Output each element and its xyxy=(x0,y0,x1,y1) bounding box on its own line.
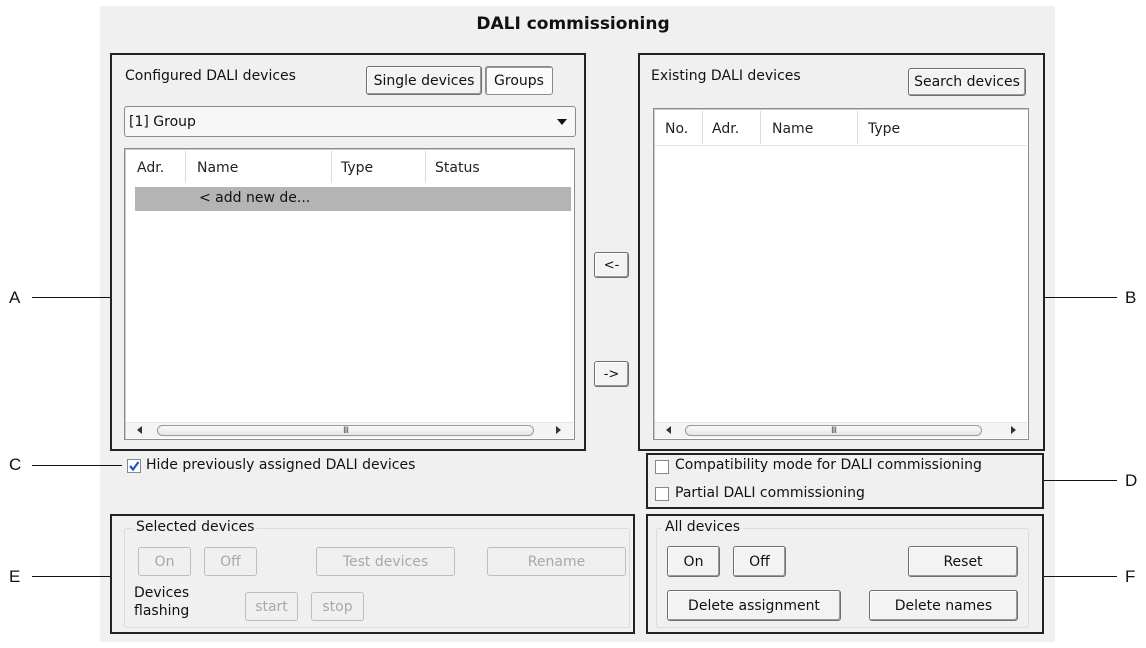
column-divider xyxy=(702,111,703,144)
column-header-name[interactable]: Name xyxy=(197,160,238,176)
column-header-status[interactable]: Status xyxy=(435,160,480,176)
test-devices-button[interactable]: Test devices xyxy=(316,547,455,576)
column-header-adr[interactable]: Adr. xyxy=(712,121,739,137)
column-header-adr[interactable]: Adr. xyxy=(137,160,164,176)
configured-heading: Configured DALI devices xyxy=(125,68,296,84)
column-header-type[interactable]: Type xyxy=(341,160,373,176)
group-dropdown-value: [1] Group xyxy=(129,113,196,130)
search-devices-button[interactable]: Search devices xyxy=(908,68,1026,96)
callout-d: D xyxy=(1125,471,1138,490)
callout-line-a xyxy=(32,297,110,298)
flash-stop-button[interactable]: stop xyxy=(311,592,364,621)
callout-a: A xyxy=(9,288,21,307)
groups-button[interactable]: Groups xyxy=(485,66,553,95)
column-header-no[interactable]: No. xyxy=(665,121,688,137)
horizontal-scrollbar[interactable]: III xyxy=(655,422,1027,438)
delete-assignment-button[interactable]: Delete assignment xyxy=(667,590,841,621)
callout-b: B xyxy=(1125,288,1137,307)
hide-assigned-checkbox[interactable] xyxy=(127,459,141,473)
devices-flashing-label: Devices flashing xyxy=(134,584,189,620)
column-header-name[interactable]: Name xyxy=(772,121,813,137)
column-divider xyxy=(185,151,186,183)
selected-off-button[interactable]: Off xyxy=(204,547,257,576)
existing-device-list[interactable]: No. Adr. Name Type III xyxy=(653,108,1029,440)
partial-commissioning-label[interactable]: Partial DALI commissioning xyxy=(675,485,865,501)
all-on-button[interactable]: On xyxy=(667,546,720,577)
column-divider xyxy=(425,151,426,183)
header-divider xyxy=(655,145,1027,146)
single-devices-button[interactable]: Single devices xyxy=(366,66,482,95)
callout-e: E xyxy=(9,567,21,586)
scroll-left-icon[interactable] xyxy=(666,426,671,434)
callout-line-c xyxy=(32,465,122,466)
configured-device-list[interactable]: Adr. Name Type Status < add new de... II… xyxy=(124,148,575,440)
devices-flashing-line-2: flashing xyxy=(134,603,190,619)
column-divider xyxy=(857,111,858,144)
scroll-thumb[interactable]: III xyxy=(685,425,982,436)
selected-devices-group xyxy=(124,528,630,628)
reset-button[interactable]: Reset xyxy=(908,546,1018,577)
chevron-down-icon xyxy=(557,119,567,125)
compatibility-mode-label[interactable]: Compatibility mode for DALI commissionin… xyxy=(675,457,982,473)
rename-button[interactable]: Rename xyxy=(487,547,626,576)
selected-on-button[interactable]: On xyxy=(138,547,191,576)
dialog-title: DALI commissioning xyxy=(476,14,670,34)
column-divider xyxy=(331,151,332,183)
all-devices-title: All devices xyxy=(662,519,744,535)
scroll-right-icon[interactable] xyxy=(1011,426,1016,434)
scroll-thumb[interactable]: III xyxy=(157,425,534,436)
flash-start-button[interactable]: start xyxy=(245,592,298,621)
callout-line-e xyxy=(32,576,110,577)
delete-names-button[interactable]: Delete names xyxy=(869,590,1018,621)
group-dropdown[interactable]: [1] Group xyxy=(124,106,576,137)
move-to-configured-button[interactable]: <- xyxy=(594,252,629,278)
check-mark-icon xyxy=(129,461,140,472)
hide-assigned-label[interactable]: Hide previously assigned DALI devices xyxy=(146,457,415,473)
devices-flashing-line-1: Devices xyxy=(134,585,190,601)
all-off-button[interactable]: Off xyxy=(733,546,786,577)
callout-c: C xyxy=(9,455,22,474)
callout-f: F xyxy=(1125,567,1136,586)
selected-devices-title: Selected devices xyxy=(133,519,258,535)
callout-line-b xyxy=(1045,297,1117,298)
horizontal-scrollbar[interactable]: III xyxy=(126,422,573,438)
callout-line-f xyxy=(1044,576,1117,577)
table-row[interactable]: < add new de... xyxy=(135,187,571,211)
compatibility-mode-checkbox[interactable] xyxy=(655,460,669,474)
move-to-existing-button[interactable]: -> xyxy=(594,361,629,387)
scroll-right-icon[interactable] xyxy=(556,426,561,434)
column-header-type[interactable]: Type xyxy=(868,121,900,137)
partial-commissioning-checkbox[interactable] xyxy=(655,487,669,501)
table-cell-name: < add new de... xyxy=(199,190,311,206)
scroll-left-icon[interactable] xyxy=(137,426,142,434)
column-divider xyxy=(760,111,761,144)
existing-heading: Existing DALI devices xyxy=(651,68,801,84)
callout-line-d xyxy=(1044,480,1117,481)
